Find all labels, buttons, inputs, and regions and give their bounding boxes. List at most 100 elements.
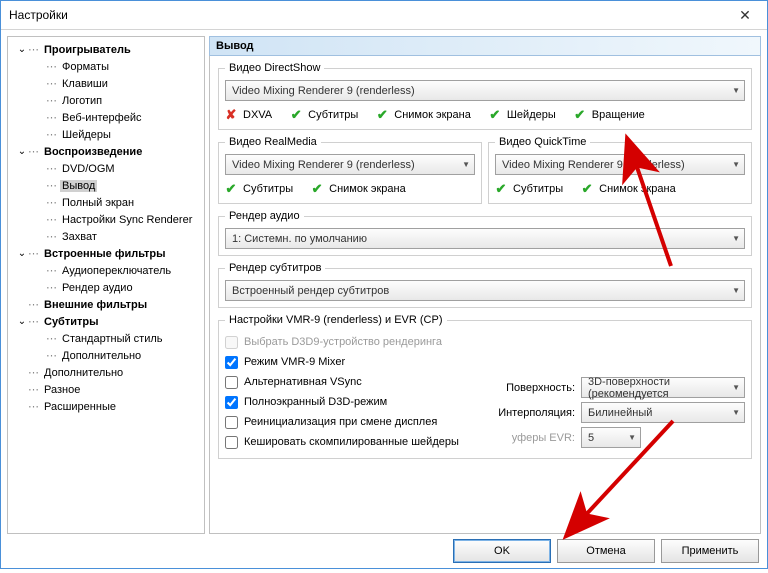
tree-item-label: Аудиопереключатель <box>60 265 173 277</box>
tree-item-label: Внешние фильтры <box>42 299 149 311</box>
combo-interpolation[interactable]: Билинейный▼ <box>581 402 745 423</box>
combo-quicktime[interactable]: Video Mixing Renderer 9 (renderless)▼ <box>495 154 745 175</box>
checkbox-label: Альтернативная VSync <box>244 376 362 388</box>
tree-item[interactable]: ⋯Дополнительно <box>8 347 204 364</box>
tree-item[interactable]: ⋯Разное <box>8 381 204 398</box>
combo-surface[interactable]: 3D-поверхности (рекомендуется▼ <box>581 377 745 398</box>
chevron-down-icon: ▼ <box>462 160 470 169</box>
tree-item[interactable]: ⋯Расширенные <box>8 398 204 415</box>
tree-item[interactable]: ⌄⋯Встроенные фильтры <box>8 245 204 262</box>
capability-label: DXVA <box>243 109 272 121</box>
category-tree[interactable]: ⌄⋯Проигрыватель⋯Форматы⋯Клавиши⋯Логотип⋯… <box>7 36 205 534</box>
ok-button[interactable]: OK <box>453 539 551 563</box>
checkbox[interactable] <box>225 416 238 429</box>
capability-label: Шейдеры <box>507 109 556 121</box>
tree-item[interactable]: ⋯Вывод <box>8 177 204 194</box>
capability-indicator: ✔Шейдеры <box>489 107 556 123</box>
label-surface: Поверхность: <box>485 382 575 394</box>
tree-item[interactable]: ⌄⋯Воспроизведение <box>8 143 204 160</box>
chevron-down-icon: ▼ <box>732 160 740 169</box>
legend-audio: Рендер аудио <box>225 210 304 222</box>
tree-dash-icon: ⋯ <box>46 332 56 345</box>
checkbox[interactable] <box>225 396 238 409</box>
tree-collapse-icon[interactable]: ⌄ <box>16 248 28 259</box>
tree-collapse-icon[interactable]: ⌄ <box>16 44 28 55</box>
checkbox[interactable] <box>225 436 238 449</box>
capability-label: Вращение <box>592 109 645 121</box>
tree-dash-icon: ⋯ <box>28 298 38 311</box>
tree-item[interactable]: ⋯DVD/OGM <box>8 160 204 177</box>
tree-item[interactable]: ⋯Дополнительно <box>8 364 204 381</box>
tree-dash-icon: ⋯ <box>46 213 56 226</box>
close-button[interactable]: ✕ <box>723 1 767 29</box>
label-evr-buffers: уферы EVR: <box>485 432 575 444</box>
tree-item[interactable]: ⋯Захват <box>8 228 204 245</box>
tree-collapse-icon[interactable]: ⌄ <box>16 146 28 157</box>
apply-button[interactable]: Применить <box>661 539 759 563</box>
tree-dash-icon: ⋯ <box>46 60 56 73</box>
vmr9-checks: Выбрать D3D9-устройство рендерингаРежим … <box>225 332 485 452</box>
capability-label: Снимок экрана <box>599 183 676 195</box>
legend-realmedia: Видео RealMedia <box>225 136 321 148</box>
close-icon: ✕ <box>739 7 751 24</box>
capability-indicator: ✔Субтитры <box>290 107 358 123</box>
capability-label: Снимок экрана <box>329 183 406 195</box>
check-icon: ✔ <box>574 107 586 123</box>
tree-item[interactable]: ⋯ Стандартный стиль <box>8 330 204 347</box>
combo-evr-buffers: 5▼ <box>581 427 641 448</box>
capability-indicator: ✔Снимок экрана <box>581 181 676 197</box>
tree-dash-icon: ⋯ <box>28 145 38 158</box>
combo-audio-renderer[interactable]: 1: Системн. по умолчанию▼ <box>225 228 745 249</box>
tree-collapse-icon[interactable]: ⌄ <box>16 316 28 327</box>
cross-icon: ✘ <box>225 107 237 123</box>
tree-item[interactable]: ⋯Аудиопереключатель <box>8 262 204 279</box>
group-quicktime: Видео QuickTime Video Mixing Renderer 9 … <box>488 136 752 204</box>
legend-vmr9: Настройки VMR-9 (renderless) и EVR (CP) <box>225 314 447 326</box>
checkbox-label: Кешировать скомпилированные шейдеры <box>244 436 459 448</box>
tree-dash-icon: ⋯ <box>46 196 56 209</box>
tree-item[interactable]: ⌄⋯Проигрыватель <box>8 41 204 58</box>
tree-item-label: Стандартный стиль <box>60 333 165 345</box>
tree-item-label: Расширенные <box>42 401 118 413</box>
main-panel: Вывод Видео DirectShow Video Mixing Rend… <box>209 36 761 534</box>
tree-item[interactable]: ⋯Форматы <box>8 58 204 75</box>
check-icon: ✔ <box>376 107 388 123</box>
checkbox-row: Полноэкранный D3D-режим <box>225 392 485 412</box>
combo-realmedia[interactable]: Video Mixing Renderer 9 (renderless)▼ <box>225 154 475 175</box>
check-icon: ✔ <box>495 181 507 197</box>
tree-item[interactable]: ⋯Логотип <box>8 92 204 109</box>
tree-dash-icon: ⋯ <box>46 111 56 124</box>
tree-item[interactable]: ⋯Полный экран <box>8 194 204 211</box>
check-icon: ✔ <box>311 181 323 197</box>
tree-item[interactable]: ⋯Клавиши <box>8 75 204 92</box>
chevron-down-icon: ▼ <box>732 383 740 392</box>
capability-indicator: ✔ Вращение <box>574 107 645 123</box>
caps-realmedia: ✔Субтитры✔Снимок экрана <box>225 181 475 197</box>
combo-subtitle-renderer[interactable]: Встроенный рендер субтитров▼ <box>225 280 745 301</box>
cancel-button[interactable]: Отмена <box>557 539 655 563</box>
tree-item[interactable]: ⋯ Внешние фильтры <box>8 296 204 313</box>
tree-item-label: Встроенные фильтры <box>42 248 168 260</box>
tree-item-label: Шейдеры <box>60 129 113 141</box>
tree-item[interactable]: ⋯Веб-интерфейс <box>8 109 204 126</box>
checkbox[interactable] <box>225 376 238 389</box>
tree-dash-icon: ⋯ <box>46 349 56 362</box>
tree-item[interactable]: ⌄⋯Субтитры <box>8 313 204 330</box>
tree-dash-icon: ⋯ <box>28 43 38 56</box>
checkbox-label: Реинициализация при смене дисплея <box>244 416 437 428</box>
group-subtitle-renderer: Рендер субтитров Встроенный рендер субти… <box>218 262 752 308</box>
chevron-down-icon: ▼ <box>732 408 740 417</box>
chevron-down-icon: ▼ <box>732 286 740 295</box>
tree-item-label: DVD/OGM <box>60 163 117 175</box>
checkbox[interactable] <box>225 356 238 369</box>
capability-indicator: ✘ DXVA <box>225 107 272 123</box>
content: Видео DirectShow Video Mixing Renderer 9… <box>209 56 761 534</box>
combo-directshow[interactable]: Video Mixing Renderer 9 (renderless) ▼ <box>225 80 745 101</box>
tree-item[interactable]: ⋯Шейдеры <box>8 126 204 143</box>
tree-item-label: Клавиши <box>60 78 110 90</box>
capability-indicator: ✔Снимок экрана <box>376 107 471 123</box>
caps-directshow: ✘DXVA✔Субтитры✔Снимок экрана✔Шейдеры✔Вра… <box>225 107 745 123</box>
tree-item[interactable]: ⋯Рендер аудио <box>8 279 204 296</box>
tree-item[interactable]: ⋯Настройки Sync Renderer <box>8 211 204 228</box>
chevron-down-icon: ▼ <box>732 86 740 95</box>
